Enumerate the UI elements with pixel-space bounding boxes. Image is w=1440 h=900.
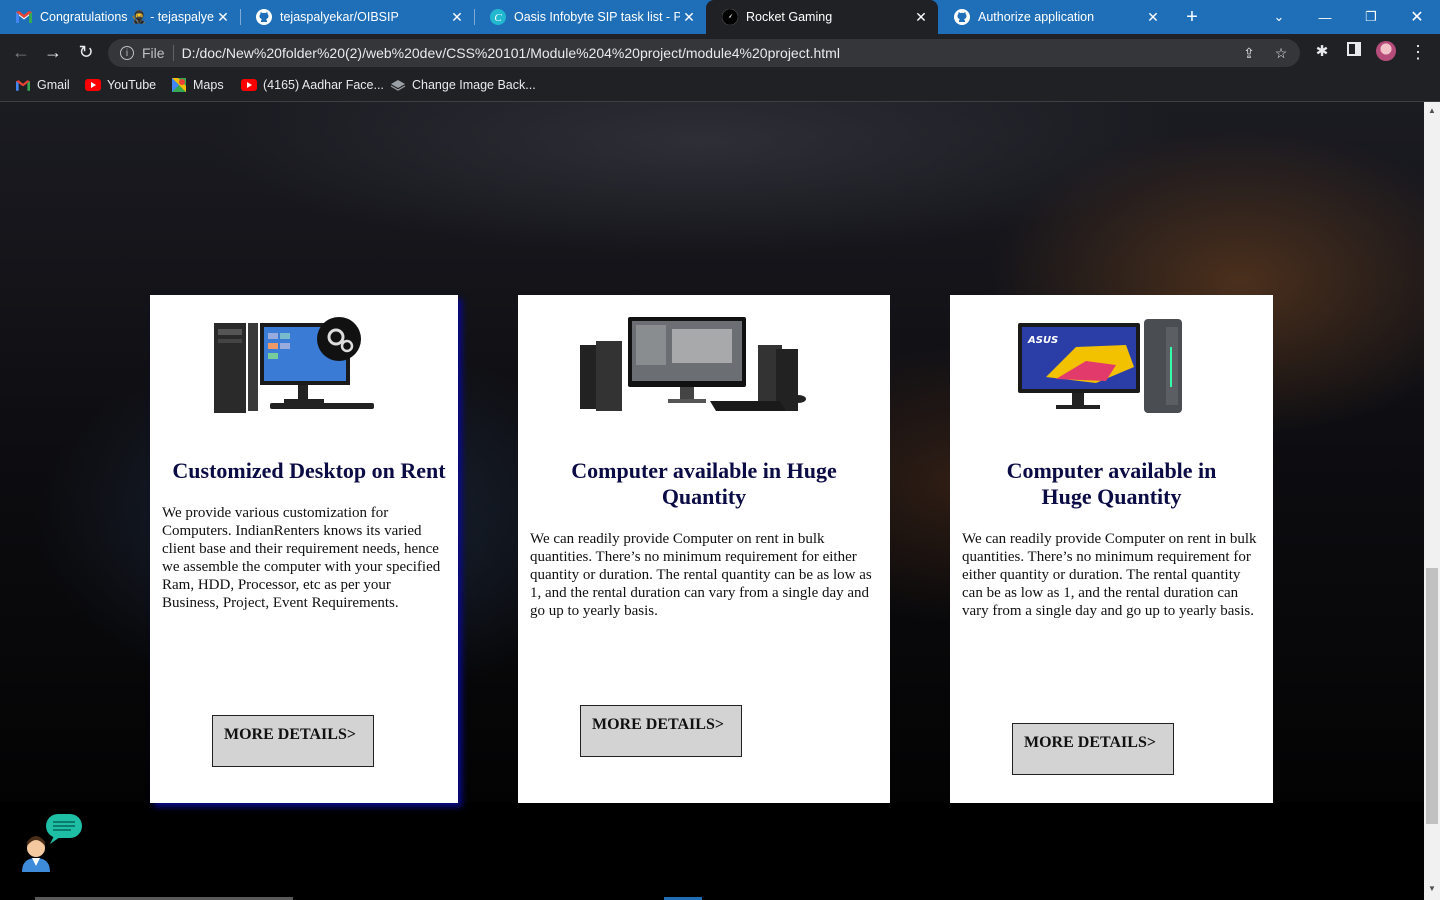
url-text[interactable]: D:/doc/New%20folder%20(2)/web%20dev/CSS%… bbox=[182, 45, 840, 61]
tab-strip: Congratulations 🥷 - tejaspalyekar ✕ teja… bbox=[0, 0, 1440, 34]
card-title: Computer available in Huge Quantity bbox=[1006, 458, 1217, 509]
address-bar[interactable]: i File D:/doc/New%20folder%20(2)/web%20d… bbox=[108, 39, 1300, 67]
menu-kebab-icon[interactable]: ⋮ bbox=[1408, 42, 1428, 62]
more-details-button[interactable]: MORE DETAILS> bbox=[212, 715, 374, 767]
close-icon[interactable]: ✕ bbox=[448, 9, 466, 26]
card-title: Customized Desktop on Rent bbox=[172, 458, 446, 483]
close-icon[interactable]: ✕ bbox=[1144, 9, 1162, 26]
bookmark-label: YouTube bbox=[107, 78, 157, 92]
tab-title: Authorize application bbox=[978, 10, 1095, 24]
back-arrow-icon[interactable]: ← bbox=[9, 40, 33, 64]
card-description: We can readily provide Computer on rent … bbox=[962, 531, 1257, 619]
github-icon bbox=[256, 9, 272, 25]
desktop-computer-image bbox=[214, 317, 374, 413]
divider bbox=[172, 45, 174, 61]
canva-icon: C bbox=[490, 9, 506, 25]
page-footer-band bbox=[0, 802, 1424, 900]
star-icon[interactable]: ☆ bbox=[1272, 44, 1290, 62]
chatbot-assistant-icon[interactable] bbox=[20, 812, 84, 874]
bookmark-label: Gmail bbox=[37, 78, 70, 92]
tab-oasis-infobyte[interactable]: C Oasis Infobyte SIP task list - Pre ✕ bbox=[474, 0, 706, 34]
tab-title: tejaspalyekar/OIBSIP bbox=[280, 10, 399, 24]
service-card-huge-quantity-gaming: ASUS Computer available in Huge Quantity… bbox=[950, 295, 1273, 803]
bulk-computers-image bbox=[580, 317, 806, 411]
scroll-up-arrow-icon[interactable]: ▲ bbox=[1427, 106, 1437, 115]
scrollbar-thumb[interactable] bbox=[1426, 568, 1438, 824]
tab-title: Congratulations 🥷 - tejaspalyekar bbox=[40, 9, 214, 24]
tab-github-oibsip[interactable]: tejaspalyekar/OIBSIP ✕ bbox=[240, 0, 474, 34]
url-scheme-label: File bbox=[142, 45, 165, 61]
card-description: We can readily provide Computer on rent … bbox=[530, 531, 872, 619]
browser-toolbar: ← → ↻ i File D:/doc/New%20folder%20(2)/w… bbox=[0, 34, 1440, 70]
extensions-puzzle-icon[interactable]: ✱ bbox=[1312, 42, 1332, 62]
svg-text:C: C bbox=[494, 12, 502, 24]
tab-authorize-application[interactable]: Authorize application ✕ bbox=[938, 0, 1170, 34]
svg-text:ASUS: ASUS bbox=[1027, 335, 1058, 346]
gmail-icon bbox=[15, 77, 31, 93]
bookmark-label: (4165) Aadhar Face... bbox=[263, 78, 384, 92]
bookmark-label: Change Image Back... bbox=[412, 78, 536, 92]
close-icon[interactable]: ✕ bbox=[912, 9, 930, 26]
rocket-icon bbox=[722, 9, 738, 25]
minimize-button[interactable]: — bbox=[1302, 0, 1348, 34]
youtube-icon bbox=[241, 77, 257, 93]
bookmarks-bar: Gmail YouTube Maps (4165) Aadhar Face...… bbox=[0, 70, 1440, 102]
service-card-customized-desktop: Customized Desktop on Rent We provide va… bbox=[150, 295, 458, 803]
github-icon bbox=[954, 9, 970, 25]
bookmark-youtube[interactable]: YouTube bbox=[85, 76, 156, 94]
new-tab-button[interactable]: + bbox=[1180, 5, 1204, 29]
card-description: We provide various customization for Com… bbox=[162, 505, 441, 611]
info-icon[interactable]: i bbox=[120, 46, 134, 60]
card-title: Computer available in Huge Quantity bbox=[571, 458, 837, 509]
close-window-button[interactable]: ✕ bbox=[1394, 0, 1440, 34]
bookmark-change-image-background[interactable]: Change Image Back... bbox=[390, 76, 536, 94]
tab-gmail[interactable]: Congratulations 🥷 - tejaspalyekar ✕ bbox=[0, 0, 240, 34]
side-panel-icon[interactable] bbox=[1344, 42, 1364, 62]
page-viewport: Customized Desktop on Rent We provide va… bbox=[0, 102, 1424, 900]
youtube-icon bbox=[85, 77, 101, 93]
tab-title: Rocket Gaming bbox=[746, 10, 833, 24]
share-icon[interactable]: ⇪ bbox=[1240, 44, 1258, 62]
tab-search-chevron-icon[interactable]: ⌄ bbox=[1256, 0, 1302, 34]
forward-arrow-icon[interactable]: → bbox=[41, 40, 65, 64]
reload-icon[interactable]: ↻ bbox=[74, 40, 98, 64]
bookmark-maps[interactable]: Maps bbox=[171, 76, 224, 94]
gmail-icon bbox=[16, 9, 32, 25]
tab-rocket-gaming[interactable]: Rocket Gaming ✕ bbox=[706, 0, 938, 34]
gaming-pc-image: ASUS bbox=[1018, 319, 1182, 413]
close-icon[interactable]: ✕ bbox=[680, 9, 698, 26]
tab-title: Oasis Infobyte SIP task list - Pre bbox=[514, 10, 680, 24]
vertical-scrollbar[interactable]: ▲ ▼ bbox=[1424, 102, 1440, 900]
more-details-button[interactable]: MORE DETAILS> bbox=[1012, 723, 1174, 775]
layers-icon bbox=[390, 77, 406, 93]
restore-button[interactable]: ❐ bbox=[1348, 0, 1394, 34]
bookmark-label: Maps bbox=[193, 78, 224, 92]
close-icon[interactable]: ✕ bbox=[214, 9, 232, 26]
bookmark-aadhar-face[interactable]: (4165) Aadhar Face... bbox=[241, 76, 384, 94]
service-card-huge-quantity: Computer available in Huge Quantity We c… bbox=[518, 295, 890, 803]
bookmark-gmail[interactable]: Gmail bbox=[15, 76, 70, 94]
maps-icon bbox=[171, 77, 187, 93]
more-details-button[interactable]: MORE DETAILS> bbox=[580, 705, 742, 757]
scroll-down-arrow-icon[interactable]: ▼ bbox=[1427, 884, 1437, 893]
profile-avatar[interactable] bbox=[1376, 41, 1396, 61]
